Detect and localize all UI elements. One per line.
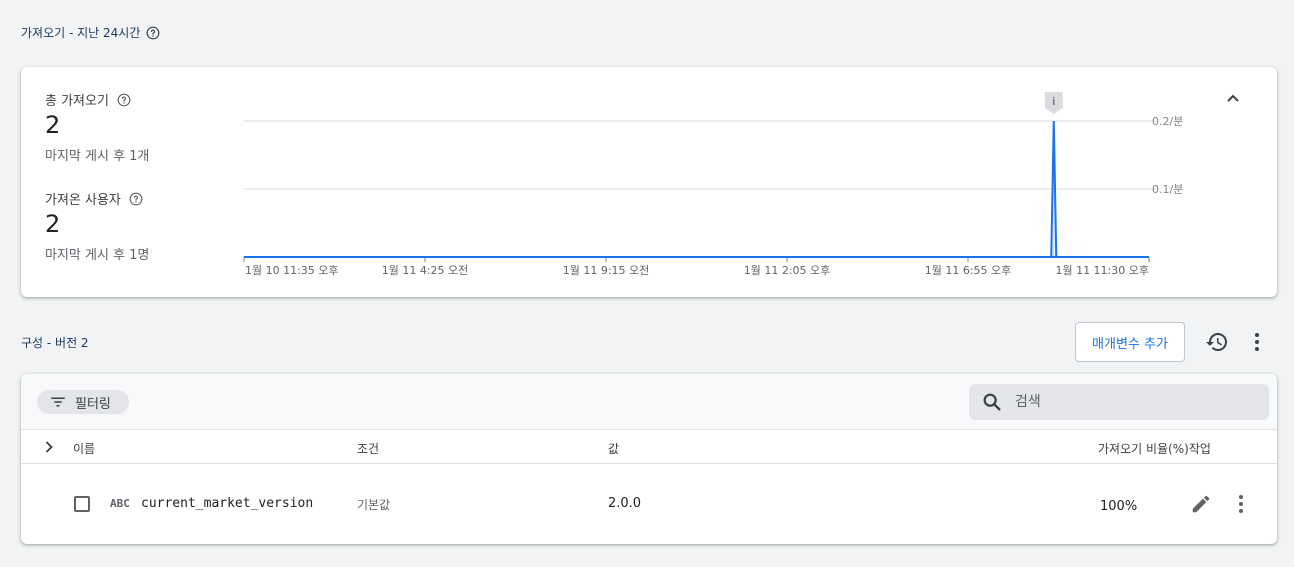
filter-label: 필터링 [75,396,111,412]
x-tick-label: 1월 11 6:55 오후 [925,264,1012,277]
search-input[interactable] [1013,393,1253,411]
column-header-fetch-pct-actions: 가져오기 비율(%)작업 [1098,440,1211,457]
x-tick-label: 1월 11 2:05 오후 [744,264,831,277]
more-vert-icon [1239,495,1243,513]
chevron-right-icon [45,441,53,453]
more-vert-icon [1255,333,1259,351]
config-section-title: 구성 - 버전 2 [21,336,89,350]
row-checkbox[interactable] [74,496,90,512]
parameter-condition: 기본값 [357,498,391,512]
column-header-name[interactable]: 이름 [73,440,95,457]
fetch-section-title-text: 가져오기 - 지난 24시간 [21,26,141,40]
fetch-section-title: 가져오기 - 지난 24시간 [21,24,160,41]
search-box[interactable] [969,384,1269,420]
column-header-value[interactable]: 값 [608,440,619,457]
x-tick-label: 1월 11 4:25 오전 [382,264,469,277]
edit-pencil-icon [1192,495,1210,513]
table-row[interactable]: ABC current_market_version 기본값 2.0.0 100… [21,464,1277,544]
history-button[interactable] [1205,330,1229,354]
fetch-stats-card: 총 가져오기 2 마지막 게시 후 1개 가져온 사용자 2 마지막 게시 후 … [21,67,1277,297]
fetch-chart: 0.2/분 0.1/분 1월 10 11:35 오후 1월 11 4:25 오전 1월 … [243,92,1183,277]
parameter-value: 2.0.0 [608,496,642,511]
y-tick-label: 0.1/분 [1152,183,1183,196]
collapse-button[interactable] [1221,87,1245,111]
expand-all-button[interactable] [39,437,59,457]
parameters-table-card: 필터링 이름 조건 값 가져오기 비율(%)작업 ABC current_mar… [21,374,1277,544]
x-tick-label: 1월 10 11:35 오후 [245,264,339,277]
parameter-name: current_market_version [141,496,314,511]
filter-icon [51,397,65,407]
string-type-icon: ABC [110,497,130,510]
history-icon [1206,333,1227,351]
table-toolbar: 필터링 [21,374,1277,430]
row-more-options-button[interactable] [1229,492,1253,516]
search-icon [983,393,1001,411]
fetch-percentage: 100% [1100,499,1138,514]
add-parameter-button[interactable]: 매개변수 추가 [1075,322,1185,362]
column-header-fetch-pct[interactable]: 가져오기 비율(%) [1098,442,1189,456]
filter-chip[interactable]: 필터링 [37,390,129,414]
column-header-condition[interactable]: 조건 [357,440,379,457]
chevron-up-icon [1227,94,1239,102]
column-header-actions: 작업 [1188,442,1211,456]
table-header: 이름 조건 값 가져오기 비율(%)작업 [21,430,1277,464]
edit-button[interactable] [1189,492,1213,516]
more-options-button[interactable] [1245,330,1269,354]
x-tick-label: 1월 11 9:15 오전 [563,264,650,277]
y-tick-label: 0.2/분 [1152,115,1183,128]
x-tick-label: 1월 11 11:30 오후 [1055,264,1149,277]
annotation-label: i [1052,95,1055,108]
help-icon[interactable] [146,26,160,40]
